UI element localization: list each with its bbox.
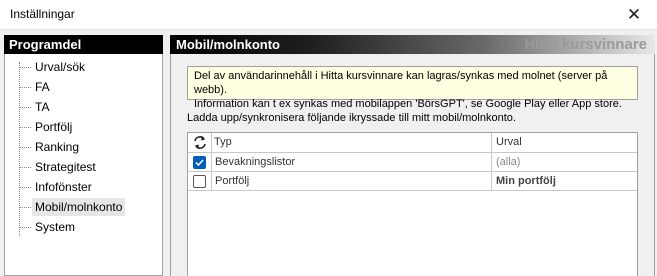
info-text-line: Del av användarinnehåll i Hitta kursvinn…: [194, 70, 608, 96]
column-header-type[interactable]: Typ: [214, 133, 232, 152]
checkbox-unchecked[interactable]: [193, 175, 206, 188]
table-row[interactable]: Bevakningslistor (alla): [188, 153, 637, 172]
tree-item-label: FA: [35, 80, 50, 94]
brand-label: Hitta kursvinnare: [524, 36, 647, 53]
table-row[interactable]: Portfölj Min portfölj: [188, 172, 637, 191]
section-title: Mobil/molnkonto: [176, 37, 280, 52]
column-header-selection[interactable]: Urval: [496, 133, 522, 152]
tree-item-label: TA: [35, 100, 50, 114]
tree-item-label: Ranking: [35, 140, 80, 154]
tree-item-label: Mobil/molnkonto: [32, 198, 126, 216]
tree-item-label: Portfölj: [35, 120, 73, 134]
row-selection[interactable]: (alla): [496, 153, 520, 171]
close-button[interactable]: ✕: [611, 0, 657, 29]
row-type: Portfölj: [215, 175, 250, 187]
programdel-header: Programdel: [4, 35, 163, 54]
tree-item-label: Infofönster: [35, 180, 92, 194]
info-box: Del av användarinnehåll i Hitta kursvinn…: [187, 66, 638, 110]
table-header: Typ Urval: [188, 133, 637, 153]
tree-item-fa[interactable]: FA: [5, 78, 155, 96]
checkbox-checked[interactable]: [193, 156, 206, 169]
tree-item-portfolj[interactable]: Portfölj: [5, 118, 155, 136]
program-tree: Urval/sök FA TA Portfölj Ranking Strateg…: [4, 54, 163, 276]
title-bar: Inställningar ✕: [0, 0, 657, 30]
tree-item-infofonster[interactable]: Infofönster: [5, 178, 155, 196]
window-title: Inställningar: [10, 7, 75, 21]
tree-item-mobil-molnkonto[interactable]: Mobil/molnkonto: [5, 198, 155, 216]
close-icon: ✕: [626, 4, 642, 24]
tree-item-ta[interactable]: TA: [5, 98, 155, 116]
sync-table: Typ Urval Bevakningslistor (alla) Portfö…: [187, 132, 638, 276]
tree-item-label: Urval/sök: [35, 60, 86, 74]
section-header: Mobil/molnkonto Hitta kursvinnare: [170, 35, 655, 54]
tree-item-ranking[interactable]: Ranking: [5, 138, 155, 156]
tree-item-urval-sok[interactable]: Urval/sök: [5, 58, 155, 76]
sync-icon[interactable]: [188, 133, 212, 152]
row-selection[interactable]: Min portfölj: [496, 172, 556, 190]
info-text-line: Information kan t ex synkas med mobilapp…: [194, 98, 622, 110]
tree-item-strategitest[interactable]: Strategitest: [5, 158, 155, 176]
settings-content: Del av användarinnehåll i Hitta kursvinn…: [170, 54, 655, 276]
tree-item-label: Strategitest: [35, 160, 96, 174]
tree-item-label: System: [35, 220, 76, 234]
tree-item-system[interactable]: System: [5, 218, 155, 236]
row-type: Bevakningslistor: [215, 156, 296, 168]
instruction-text: Ladda upp/synkronisera följande ikryssad…: [187, 112, 516, 124]
